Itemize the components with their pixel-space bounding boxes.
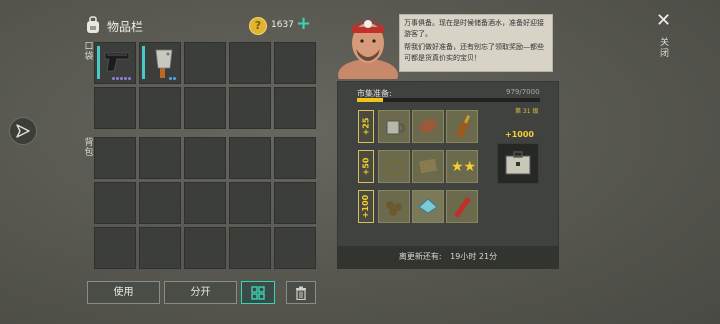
- pocket-slot[interactable]: [229, 87, 271, 129]
- tier-badge: +50: [358, 150, 374, 183]
- market-level: 第 31 级: [515, 108, 539, 115]
- inventory-header: 物品栏 ? 1637 +: [85, 14, 325, 40]
- inventory-title: 物品栏: [107, 20, 144, 34]
- bag-slot[interactable]: [184, 182, 226, 224]
- bag-slot[interactable]: [94, 227, 136, 269]
- gold-amount: 1637: [271, 20, 294, 30]
- bag-slot[interactable]: [94, 182, 136, 224]
- market-item[interactable]: [378, 150, 410, 183]
- pistol-icon: [104, 52, 130, 72]
- timer-label: 离更新还有:: [398, 252, 442, 261]
- meat-icon: [419, 119, 437, 133]
- market-item[interactable]: ★★: [446, 150, 478, 183]
- pocket-slot[interactable]: [139, 87, 181, 129]
- market-progress-fill: [357, 98, 383, 102]
- split-button[interactable]: 分开: [164, 281, 237, 304]
- market-item[interactable]: [412, 150, 444, 183]
- reward-amount: +1000: [505, 130, 534, 139]
- add-gold-button[interactable]: +: [296, 14, 311, 34]
- market-item[interactable]: [378, 110, 410, 143]
- acorns-icon: [386, 201, 402, 216]
- market-item[interactable]: [446, 190, 478, 223]
- pocket-slot[interactable]: [94, 87, 136, 129]
- update-timer: 离更新还有: 19小时 21分: [337, 246, 559, 269]
- use-button[interactable]: 使用: [87, 281, 160, 304]
- share-button[interactable]: [9, 117, 37, 145]
- pocket-slot[interactable]: [184, 87, 226, 129]
- stars-icon: ★★: [451, 159, 476, 175]
- pocket-slot[interactable]: [94, 42, 136, 84]
- bag-slot[interactable]: [229, 137, 271, 179]
- timer-value: 19小时 21分: [450, 252, 498, 261]
- svg-text:★★: ★★: [451, 159, 476, 175]
- bag-slot[interactable]: [274, 182, 316, 224]
- npc-dialogue-line: 帮我们做好准备，还有别忘了领取奖励—都些可都是货真价实的宝贝！: [404, 43, 544, 62]
- bag-label: 背包: [84, 138, 94, 158]
- market-item[interactable]: [446, 110, 478, 143]
- market-item[interactable]: [378, 190, 410, 223]
- npc-portrait: [338, 20, 398, 79]
- bag-slot[interactable]: [274, 227, 316, 269]
- pocket-slot[interactable]: [274, 87, 316, 129]
- pocket-slot[interactable]: [139, 42, 181, 84]
- pocket-grid: [94, 42, 316, 129]
- bag-slot[interactable]: [139, 227, 181, 269]
- suitcase-icon: [505, 151, 531, 175]
- bag-slot[interactable]: [184, 137, 226, 179]
- cleaver-icon: [155, 49, 173, 78]
- tier-badge: +100: [358, 190, 374, 223]
- send-icon: [16, 124, 30, 138]
- cloth-icon: [419, 158, 437, 174]
- bag-slot[interactable]: [274, 137, 316, 179]
- npc-speech-bubble: 万事俱备。现在是时候储备酒水，准备好迎接游客了。 帮我们做好准备，还有别忘了领取…: [399, 14, 553, 72]
- close-label[interactable]: 关闭: [660, 38, 670, 60]
- reward-box[interactable]: [497, 143, 539, 184]
- market-progress-bar: [357, 98, 540, 102]
- npc-dialogue-line: 万事俱备。现在是时候储备酒水，准备好迎接游客了。: [404, 19, 544, 38]
- close-icon[interactable]: ✕: [656, 12, 671, 30]
- sort-button[interactable]: [241, 281, 275, 304]
- bag-grid: [94, 137, 316, 269]
- market-progress-value: 979/7000: [506, 88, 540, 96]
- mug-icon: [386, 120, 405, 135]
- pocket-slot[interactable]: [184, 42, 226, 84]
- market-item[interactable]: [412, 110, 444, 143]
- bag-slot[interactable]: [139, 182, 181, 224]
- trash-icon: [296, 286, 306, 301]
- crystal-icon: [418, 198, 438, 214]
- delete-button[interactable]: [286, 281, 316, 304]
- flare-icon: [454, 196, 471, 218]
- pocket-label: 口袋: [84, 42, 94, 62]
- pocket-slot[interactable]: [274, 42, 316, 84]
- bag-slot[interactable]: [94, 137, 136, 179]
- rope-icon: [384, 157, 404, 177]
- backpack-icon: [87, 16, 99, 33]
- bag-slot[interactable]: [184, 227, 226, 269]
- bag-slot[interactable]: [139, 137, 181, 179]
- bottle-icon: [455, 114, 471, 138]
- tier-badge: +25: [358, 110, 374, 143]
- grid-icon: [251, 286, 265, 300]
- pocket-slot[interactable]: [229, 42, 271, 84]
- market-item[interactable]: [412, 190, 444, 223]
- gold-coin-icon: ?: [249, 17, 267, 35]
- bag-slot[interactable]: [229, 182, 271, 224]
- bag-slot[interactable]: [229, 227, 271, 269]
